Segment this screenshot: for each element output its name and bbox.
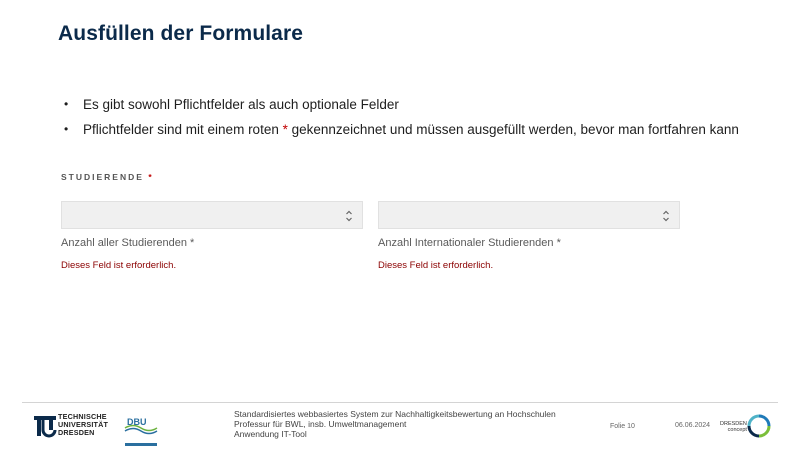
- footer-line-1: Standardisiertes webbasiertes System zur…: [234, 409, 556, 419]
- footer-line-3: Anwendung IT-Tool: [234, 429, 307, 439]
- students-international-label: Anzahl Internationaler Studierenden *: [378, 237, 561, 249]
- tu-dresden-logo-icon: [34, 416, 57, 438]
- footer-divider: [22, 402, 778, 403]
- bullet-icon: •: [64, 97, 69, 111]
- section-label-text: STUDIERENDE: [61, 172, 144, 182]
- students-total-error: Dieses Feld ist erforderlich.: [61, 260, 177, 271]
- tu-line: DRESDEN: [58, 428, 95, 437]
- bullet-item: • Es gibt sowohl Pflichtfelder als auch …: [62, 96, 762, 113]
- footer-line-2: Professur für BWL, insb. Umweltmanagemen…: [234, 419, 407, 429]
- dresden-concept-text: DRESDEN concept: [720, 421, 747, 433]
- bullet-item: • Pflichtfelder sind mit einem roten * g…: [62, 121, 762, 138]
- slide-number: Folie 10: [610, 423, 635, 430]
- section-required-asterisk: *: [148, 172, 154, 182]
- dresden-concept-logo-icon: [747, 414, 771, 438]
- bullet-text-after: gekennzeichnet und müssen ausgefüllt wer…: [287, 122, 739, 137]
- tu-dresden-logo-text: TECHNISCHE UNIVERSITÄT DRESDEN: [58, 413, 108, 437]
- dc-line: concept: [727, 427, 747, 433]
- section-label: STUDIERENDE *: [61, 172, 154, 182]
- footer-info: Standardisiertes webbasiertes System zur…: [234, 409, 556, 439]
- students-international-error: Dieses Feld ist erforderlich.: [378, 260, 494, 271]
- bullet-text: Es gibt sowohl Pflichtfelder als auch op…: [83, 97, 399, 112]
- dbu-logo-icon: [123, 410, 159, 448]
- bullet-list: • Es gibt sowohl Pflichtfelder als auch …: [62, 96, 762, 146]
- students-total-input[interactable]: [61, 201, 363, 229]
- bullet-icon: •: [64, 122, 69, 136]
- slide-title: Ausfüllen der Formulare: [58, 22, 304, 45]
- students-international-input[interactable]: [378, 201, 680, 229]
- bullet-text-before: Pflichtfelder sind mit einem roten: [83, 122, 283, 137]
- dbu-logo-text: DBU: [127, 417, 147, 427]
- slide-date: 06.06.2024: [675, 422, 711, 429]
- number-spinner-icon[interactable]: [345, 209, 353, 223]
- number-spinner-icon[interactable]: [662, 209, 670, 223]
- students-total-label: Anzahl aller Studierenden *: [61, 237, 195, 249]
